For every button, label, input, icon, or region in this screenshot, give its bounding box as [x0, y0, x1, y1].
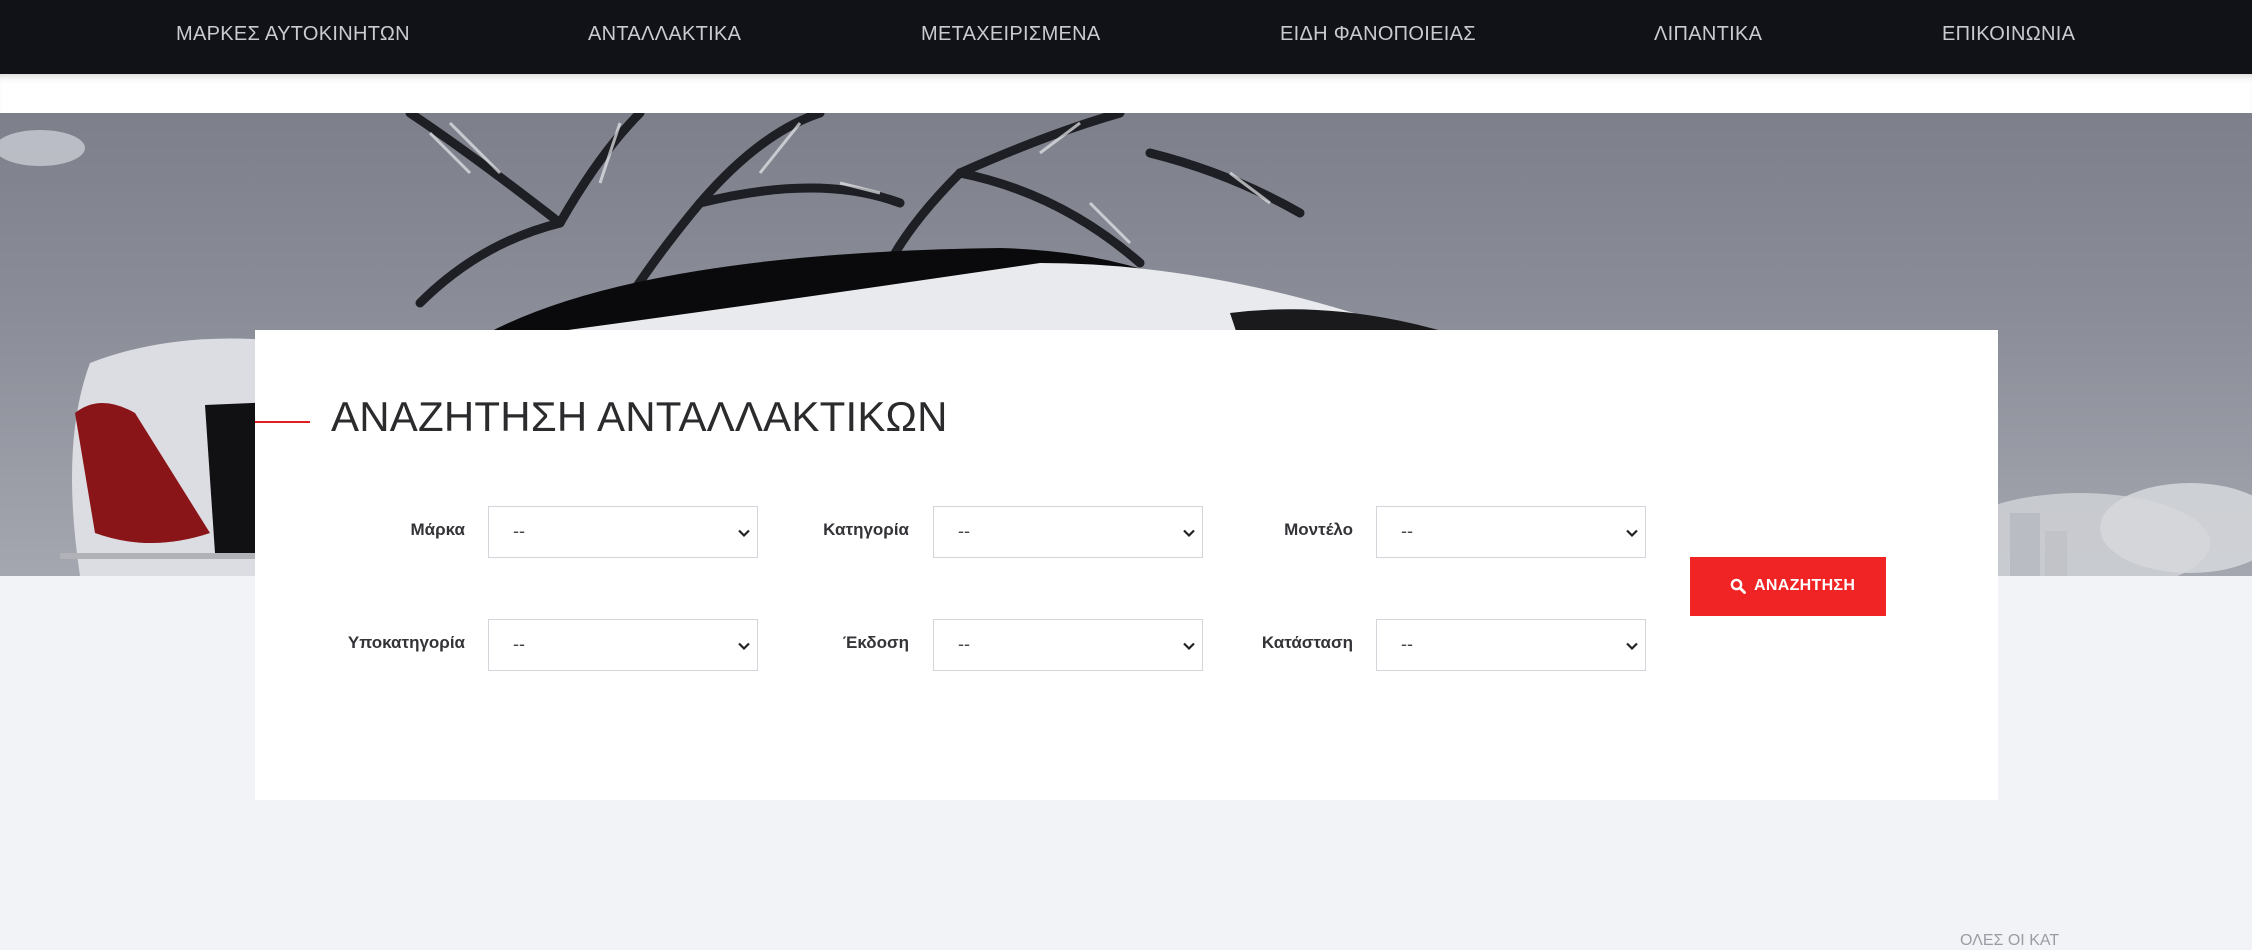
nav-item-spare-parts[interactable]: ΑΝΤΑΛΛΑΚΤΙΚΑ [588, 0, 741, 68]
panel-title: ΑΝΑΖΗΤΗΣΗ ΑΝΤΑΛΛΑΚΤΙΚΩΝ [331, 393, 948, 440]
title-accent-line [255, 421, 310, 423]
version-select-value: -- [958, 634, 970, 654]
subcategory-select-value: -- [513, 634, 525, 654]
brand-select-value: -- [513, 521, 525, 541]
model-select-value: -- [1401, 521, 1413, 541]
condition-select[interactable]: -- [1376, 619, 1646, 671]
condition-select-value: -- [1401, 634, 1413, 654]
condition-label: Κατάσταση [1261, 633, 1353, 652]
chevron-down-icon [1626, 529, 1638, 538]
nav-item-bodywork[interactable]: ΕΙΔΗ ΦΑΝΟΠΟΙΕΙΑΣ [1280, 0, 1476, 68]
search-icon [1730, 578, 1746, 594]
search-button[interactable]: ΑΝΑΖΗΤΗΣΗ [1690, 557, 1886, 616]
category-select-value: -- [958, 521, 970, 541]
subcategory-label: Υποκατηγορία [347, 633, 465, 652]
header-spacer [0, 74, 2252, 113]
model-select[interactable]: -- [1376, 506, 1646, 558]
nav-item-car-brands[interactable]: ΜΑΡΚΕΣ ΑΥΤΟΚΙΝΗΤΩΝ [176, 0, 410, 68]
nav-item-contact[interactable]: ΕΠΙΚΟΙΝΩΝΙΑ [1942, 0, 2075, 68]
version-label: Έκδοση [842, 633, 909, 652]
chevron-down-icon [1626, 642, 1638, 651]
model-label: Μοντέλο [1284, 520, 1353, 539]
nav-item-used[interactable]: ΜΕΤΑΧΕΙΡΙΣΜΕΝΑ [921, 0, 1101, 68]
category-label: Κατηγορία [823, 520, 909, 539]
search-button-label: ΑΝΑΖΗΤΗΣΗ [1754, 577, 1856, 594]
top-navigation: ΜΑΡΚΕΣ ΑΥΤΟΚΙΝΗΤΩΝ ΑΝΤΑΛΛΑΚΤΙΚΑ ΜΕΤΑΧΕΙΡ… [0, 0, 2252, 74]
nav-item-lubricants[interactable]: ΛΙΠΑΝΤΙΚΑ [1654, 0, 1762, 68]
brand-label: Μάρκα [410, 520, 466, 539]
footer-partial-link[interactable]: ΟΛΕΣ ΟΙ ΚΑΤ [1960, 932, 2059, 950]
